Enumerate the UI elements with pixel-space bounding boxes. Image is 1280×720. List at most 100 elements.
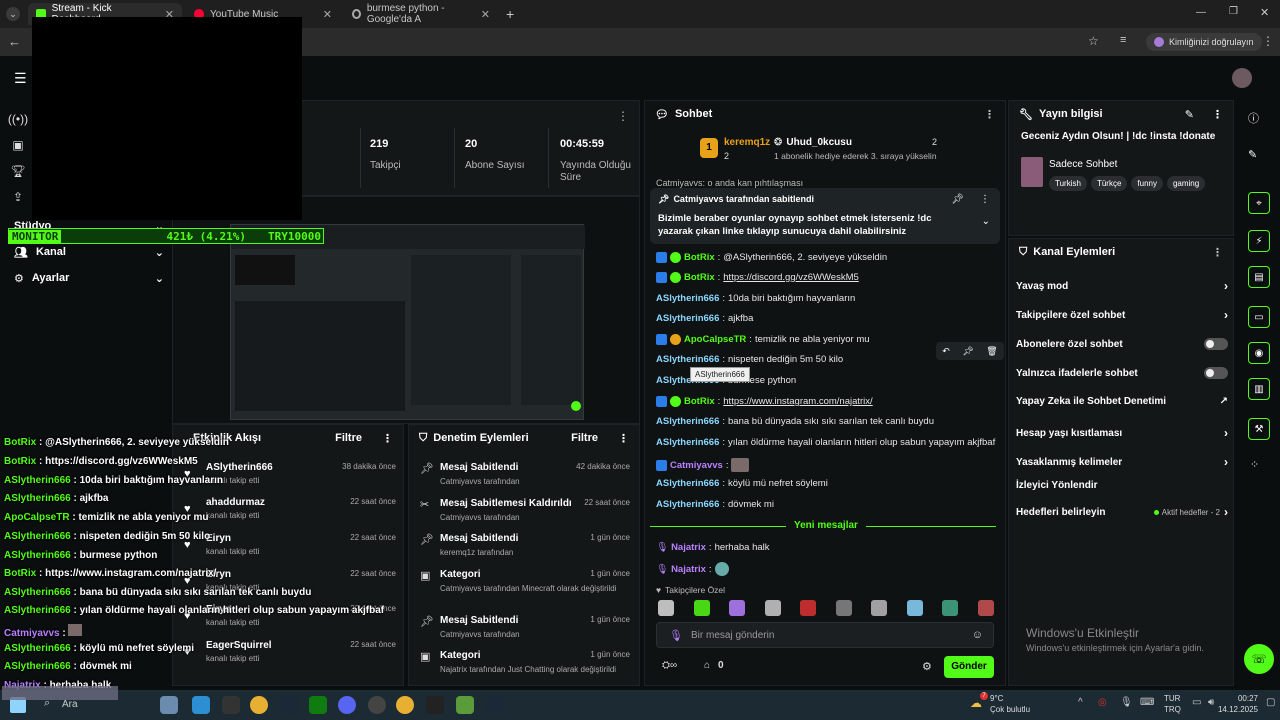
taskbar-edge-icon[interactable] (192, 696, 210, 714)
chat-username[interactable]: BotRix (684, 272, 715, 283)
sidebar-item-channel[interactable]: 👥︎ Kanal ⌄ (14, 246, 164, 259)
emote-icon[interactable] (800, 600, 816, 616)
upload-icon[interactable]: ⇪ (0, 184, 36, 210)
rail-dots-icon[interactable]: ⁘ (1250, 458, 1259, 471)
chat-text[interactable]: https://www.instagram.com/najatrix/ (723, 396, 872, 407)
rail-layout-icon[interactable]: ▥ (1248, 378, 1270, 400)
taskbar-chrome-active-icon[interactable] (396, 696, 414, 714)
new-tab-button[interactable]: + (506, 6, 514, 22)
rail-notes-icon[interactable]: ▤ (1248, 266, 1270, 288)
taskbar-search-label[interactable]: Ara (62, 699, 78, 710)
emote-icon[interactable] (906, 600, 923, 616)
chat-text[interactable]: https://discord.gg/vz6WWeskM5 (723, 272, 859, 283)
unpin-icon[interactable]: 📌︎ (951, 194, 964, 205)
emote-icon[interactable] (693, 600, 710, 616)
window-close-button[interactable]: ✕ (1260, 6, 1269, 19)
action-redirect-viewers[interactable]: İzleyici Yönlendir (1016, 480, 1228, 491)
hamburger-menu-icon[interactable]: ☰ (14, 70, 27, 87)
chat-username[interactable]: ApoCalpseTR (684, 334, 746, 345)
action-account-age[interactable]: Hesap yaşı kısıtlaması › (1016, 426, 1228, 440)
tray-app-icon[interactable]: ◎ (1098, 697, 1107, 708)
action-slow-mode[interactable]: Yavaş mod › (1016, 279, 1228, 293)
tray-network-icon[interactable]: ▭ (1192, 697, 1201, 708)
rail-wrench-icon[interactable]: ⚒ (1248, 418, 1270, 440)
taskbar-time[interactable]: 00:27 (1226, 694, 1258, 703)
verify-identity-button[interactable]: Kimliğinizi doğrulayın (1146, 33, 1262, 51)
browser-menu-icon[interactable]: ⋮ (1262, 34, 1274, 48)
taskbar-app-icon[interactable] (160, 696, 178, 714)
taskbar-xbox-icon[interactable] (309, 696, 327, 714)
tray-mic-icon[interactable]: 🎙︎ (1120, 697, 1133, 708)
moderation-menu-icon[interactable]: ⋮ (618, 432, 629, 445)
taskbar-epic-icon[interactable] (222, 696, 240, 714)
stream-info-menu-icon[interactable]: ⋮ (1212, 108, 1223, 121)
chat-username[interactable]: Najatrix (671, 542, 706, 553)
chat-username[interactable]: ASlytherin666 (656, 293, 719, 304)
support-chat-button[interactable]: ☏ (1244, 644, 1274, 674)
emote-icon[interactable] (835, 600, 852, 616)
chat-username[interactable]: BotRix (684, 396, 715, 407)
stats-menu-icon[interactable]: ⋮ (617, 109, 629, 123)
pen-icon[interactable]: ✎ (1248, 148, 1257, 161)
chat-username[interactable]: ASlytherin666 (656, 416, 719, 427)
taskbar-lang2[interactable]: TRQ (1164, 705, 1181, 714)
chat-username[interactable]: ASlytherin666 (656, 478, 719, 489)
notifications-icon[interactable]: ▢ (1266, 697, 1275, 708)
stream-icon[interactable]: ((•)) (0, 106, 36, 132)
emote-icon[interactable] (942, 600, 958, 616)
taskbar-obs-icon[interactable] (368, 696, 386, 714)
user-avatar[interactable] (1232, 68, 1252, 88)
tag[interactable]: gaming (1166, 176, 1206, 191)
close-tab-icon[interactable]: ✕ (323, 8, 332, 21)
tray-chevron-icon[interactable]: ^ (1078, 697, 1083, 708)
store-counter[interactable]: ⌂ 0 (704, 660, 724, 671)
rail-broadcast-icon[interactable]: ◉ (1248, 342, 1270, 364)
chat-username[interactable]: ASlytherin666 (656, 437, 719, 448)
send-button[interactable]: Gönder (944, 656, 994, 678)
bookmark-star-icon[interactable]: ☆ (1088, 34, 1099, 48)
chat-menu-icon[interactable]: ⋮ (984, 108, 995, 121)
emote-icon[interactable] (729, 600, 745, 616)
subscribers-only-toggle[interactable] (1204, 338, 1228, 350)
tag[interactable]: Türkçe (1090, 176, 1128, 191)
chat-username[interactable]: ASlytherin666 (656, 499, 719, 510)
action-set-goals[interactable]: Hedefleri belirleyin Aktif hedefler - 2 › (1016, 505, 1228, 519)
infinity-points-icon[interactable]: ⛭∞ (662, 660, 677, 671)
taskbar-capcut-icon[interactable] (426, 696, 444, 714)
emote-icon[interactable] (764, 600, 781, 616)
emote-only-toggle[interactable] (1204, 367, 1228, 379)
delete-icon[interactable]: 🗑︎ (986, 346, 997, 357)
tag[interactable]: Turkish (1049, 176, 1087, 191)
action-followers-only[interactable]: Takipçilere özel sohbet › (1016, 308, 1228, 322)
tab-google-search[interactable]: burmese python - Google'da A ✕ (344, 3, 498, 25)
emoji-icon[interactable]: ☺ (972, 629, 983, 641)
chat-username[interactable]: Catmiyavvs (670, 460, 723, 471)
rail-target-icon[interactable]: ⌖ (1248, 192, 1270, 214)
sidebar-item-settings[interactable]: ⚙ Ayarlar ⌄ (14, 272, 164, 285)
taskbar-steam2-icon[interactable] (486, 696, 504, 714)
tray-volume-icon[interactable]: 🔊︎ (1208, 697, 1214, 708)
taskbar-chrome-icon[interactable] (250, 696, 268, 714)
emote-icon[interactable] (871, 600, 887, 616)
taskbar-steam-icon[interactable] (280, 696, 298, 714)
tag[interactable]: funny (1131, 176, 1163, 191)
activity-filter-button[interactable]: Filtre (335, 432, 362, 444)
moderation-filter-button[interactable]: Filtre (571, 432, 598, 444)
rail-bolt-icon[interactable]: ⚡︎ (1248, 230, 1270, 252)
chat-username[interactable]: ASlytherin666 (656, 313, 719, 324)
chat-settings-icon[interactable]: ⚙ (922, 660, 932, 673)
chat-username[interactable]: ASlytherin666 (656, 354, 719, 365)
emote-icon[interactable] (977, 600, 994, 616)
tab-search-icon[interactable]: ⌄ (6, 7, 20, 21)
taskbar-lang[interactable]: TUR (1164, 694, 1180, 703)
taskbar-minecraft-icon[interactable] (456, 696, 474, 714)
dashboard-icon[interactable]: ▣ (0, 132, 36, 158)
rail-chat-icon[interactable]: ▭ (1248, 306, 1270, 328)
pinned-menu-icon[interactable]: ⋮ (980, 194, 990, 205)
activity-menu-icon[interactable]: ⋮ (382, 432, 393, 445)
taskbar-discord-icon[interactable] (338, 696, 356, 714)
channel-actions-menu-icon[interactable]: ⋮ (1212, 246, 1223, 259)
edit-icon[interactable]: ✎ (1185, 108, 1194, 121)
chat-input[interactable]: 🎙︎ Bir mesaj gönderin ☺ (656, 622, 994, 648)
stream-preview-video[interactable] (230, 224, 585, 420)
